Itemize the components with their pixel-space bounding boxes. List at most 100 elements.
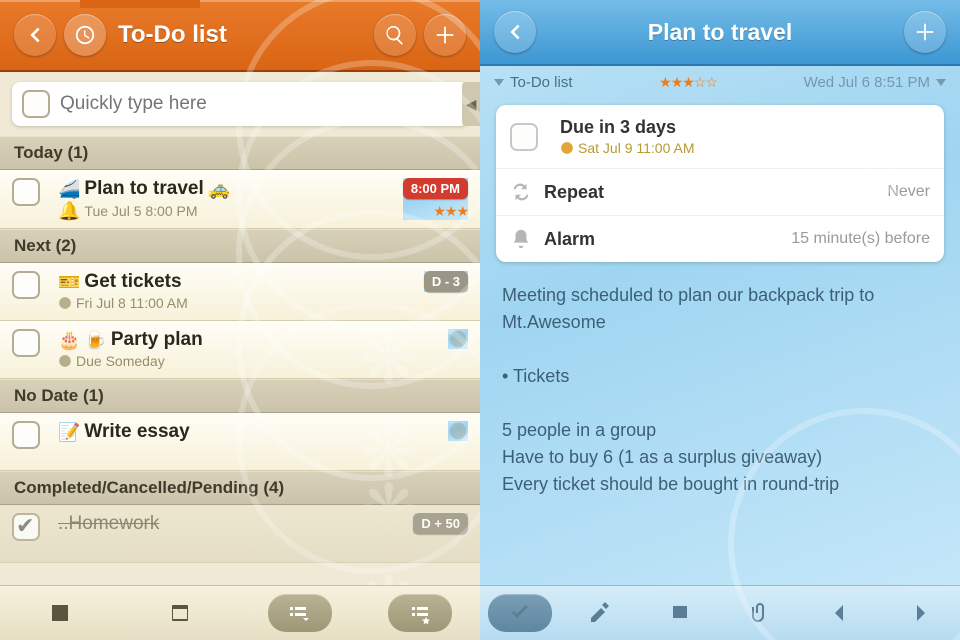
memo-icon: 📝 — [58, 423, 80, 441]
section-today: Today (1) — [0, 136, 480, 170]
train-icon: 🚄 — [58, 180, 80, 198]
beer-icon: 🍺 — [84, 331, 106, 349]
collapse-tab[interactable]: ◀ — [462, 82, 480, 126]
search-button[interactable] — [374, 14, 416, 56]
clock-icon — [448, 421, 468, 441]
tab-attach[interactable] — [728, 594, 792, 632]
tab-edit[interactable] — [568, 594, 632, 632]
chevron-left-icon — [828, 601, 852, 625]
task-title: Write essay — [84, 421, 189, 443]
tab-check[interactable] — [488, 594, 552, 632]
share-icon — [668, 601, 692, 625]
list-name[interactable]: To-Do list — [510, 74, 573, 91]
repeat-icon — [510, 181, 532, 203]
clock-button[interactable] — [64, 14, 106, 56]
task-title: ..Homework — [58, 513, 159, 535]
task-checkbox[interactable] — [12, 178, 40, 206]
quick-input[interactable] — [60, 93, 458, 115]
nav-next[interactable] — [888, 594, 952, 632]
priority-stars[interactable]: ★★★☆☆ — [659, 74, 717, 91]
search-icon — [384, 24, 406, 46]
bell-icon — [510, 228, 532, 250]
checklist-icon — [288, 601, 312, 625]
task-row-travel[interactable]: 🚄Plan to travel 🚕 🔔Tue Jul 5 8:00 PM 8:00… — [0, 170, 480, 229]
plus-icon — [914, 21, 936, 43]
task-sub: Tue Jul 5 8:00 PM — [84, 203, 197, 219]
tab-calendar[interactable] — [148, 594, 212, 632]
add-button[interactable] — [904, 11, 946, 53]
bottom-toolbar — [480, 585, 960, 640]
dropdown-icon[interactable] — [494, 79, 504, 86]
due-sub: Sat Jul 9 11:00 AM — [578, 140, 694, 156]
task-title: Get tickets — [84, 271, 181, 293]
task-row-essay[interactable]: 📝Write essay — [0, 413, 480, 471]
task-checkbox[interactable] — [12, 271, 40, 299]
check-icon — [508, 601, 532, 625]
tab-inbox[interactable] — [28, 594, 92, 632]
section-nodate: No Date (1) — [0, 379, 480, 413]
repeat-value: Never — [887, 183, 930, 201]
complete-checkbox[interactable] — [510, 123, 538, 151]
alarm-value: 15 minute(s) before — [791, 230, 930, 248]
cake-icon: 🎂 — [58, 331, 80, 349]
arrow-left-icon — [24, 24, 46, 46]
ticket-icon: 🎫 — [58, 273, 80, 291]
tab-share[interactable] — [648, 594, 712, 632]
inbox-icon — [48, 601, 72, 625]
repeat-label: Repeat — [544, 182, 875, 203]
detail-card: Due in 3 days Sat Jul 9 11:00 AM Repeat … — [496, 105, 944, 262]
nav-prev[interactable] — [808, 594, 872, 632]
clock-icon — [58, 354, 72, 368]
task-checkbox[interactable] — [12, 421, 40, 449]
task-sub: Due Someday — [76, 353, 165, 369]
task-checkbox[interactable] — [12, 329, 40, 357]
chevron-right-icon — [908, 601, 932, 625]
add-button[interactable] — [424, 14, 466, 56]
quick-add-row[interactable] — [12, 82, 468, 126]
task-row-tickets[interactable]: 🎫Get tickets Fri Jul 8 11:00 AM D - 3 — [0, 263, 480, 321]
tab-checklist[interactable] — [268, 594, 332, 632]
due-title: Due in 3 days — [560, 117, 930, 138]
task-row-homework[interactable]: ..Homework D + 50 — [0, 505, 480, 563]
countdown-badge: D + 50 — [413, 513, 468, 534]
timestamp: Wed Jul 6 8:51 PM — [804, 74, 930, 91]
tab-starred[interactable] — [388, 594, 452, 632]
dropdown-icon[interactable] — [936, 79, 946, 86]
task-checkbox-checked[interactable] — [12, 513, 40, 541]
paperclip-icon — [748, 601, 772, 625]
task-row-party[interactable]: 🎂🍺 Party plan Due Someday — [0, 321, 480, 379]
header-bar: To-Do list — [0, 0, 480, 72]
arrow-left-icon — [504, 21, 526, 43]
header-bar: Plan to travel — [480, 0, 960, 66]
back-button[interactable] — [14, 14, 56, 56]
meta-row: To-Do list ★★★☆☆ Wed Jul 6 8:51 PM — [480, 66, 960, 99]
repeat-row[interactable]: Repeat Never — [496, 169, 944, 216]
bell-icon: 🔔 — [58, 202, 80, 220]
countdown-badge: D - 3 — [424, 271, 468, 292]
task-sub: Fri Jul 8 11:00 AM — [76, 295, 188, 311]
section-next: Next (2) — [0, 229, 480, 263]
taxi-icon: 🚕 — [208, 180, 230, 198]
detail-screen: Plan to travel To-Do list ★★★☆☆ Wed Jul … — [480, 0, 960, 640]
detail-title: Plan to travel — [536, 19, 904, 46]
calendar-icon — [168, 601, 192, 625]
quick-checkbox[interactable] — [22, 90, 50, 118]
clock-icon — [74, 24, 96, 46]
clock-icon — [448, 329, 468, 349]
time-badge: 8:00 PM — [403, 178, 468, 199]
notes-text[interactable]: Meeting scheduled to plan our backpack t… — [480, 268, 960, 512]
priority-stars: ★★★ — [433, 203, 468, 220]
clock-icon — [560, 141, 574, 155]
alarm-row[interactable]: Alarm 15 minute(s) before — [496, 216, 944, 262]
task-title: Party plan — [111, 329, 203, 351]
plus-icon — [434, 24, 456, 46]
alarm-label: Alarm — [544, 229, 779, 250]
pencil-icon — [588, 601, 612, 625]
starlist-icon — [408, 601, 432, 625]
back-button[interactable] — [494, 11, 536, 53]
task-title: Plan to travel — [84, 178, 203, 200]
bottom-toolbar — [0, 585, 480, 640]
screen-title: To-Do list — [118, 21, 366, 49]
list-screen: To-Do list ◀ Today (1) 🚄Plan to travel 🚕 … — [0, 0, 480, 640]
due-row[interactable]: Due in 3 days Sat Jul 9 11:00 AM — [496, 105, 944, 169]
